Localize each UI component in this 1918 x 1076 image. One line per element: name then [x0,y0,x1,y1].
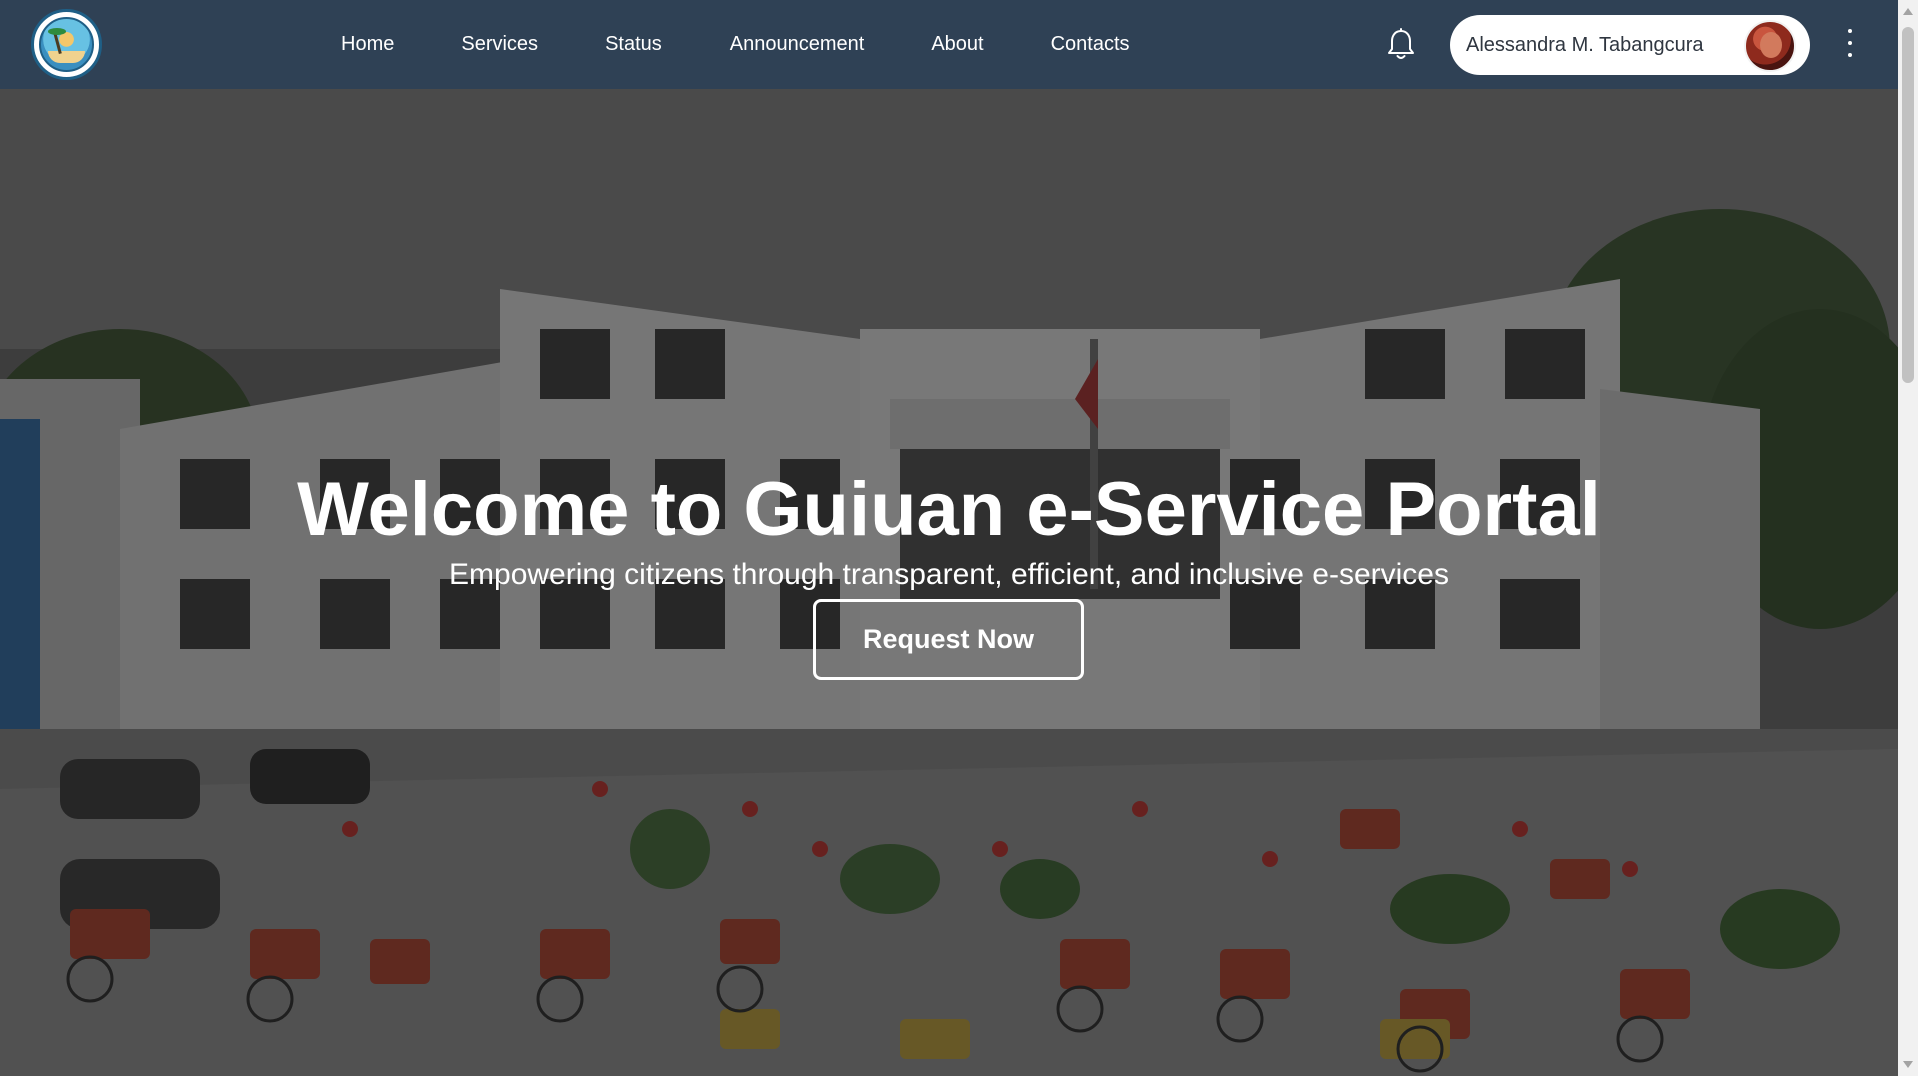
nav-home[interactable]: Home [341,33,394,56]
scroll-up-arrow-icon[interactable] [1903,8,1913,15]
user-name: Alessandra M. Tabangcura [1466,33,1704,56]
dot [1848,53,1852,57]
request-now-button[interactable]: Request Now [813,599,1084,680]
logo-palm-leaf [48,28,66,35]
nav-announcement[interactable]: Announcement [730,33,865,56]
bell-icon[interactable] [1387,28,1415,62]
avatar-face [1760,32,1782,58]
avatar [1744,20,1796,72]
user-profile-button[interactable]: Alessandra M. Tabangcura [1450,15,1810,75]
nav-about[interactable]: About [931,33,983,56]
scroll-down-arrow-icon[interactable] [1903,1061,1913,1068]
nav-contacts[interactable]: Contacts [1051,33,1130,56]
top-navbar: Home Services Status Announcement About … [0,0,1898,89]
scrollbar-thumb[interactable] [1902,27,1914,383]
nav-services[interactable]: Services [461,33,538,56]
hero-title: Welcome to Guiuan e-Service Portal [297,466,1601,552]
page-scrollbar[interactable] [1898,0,1918,1076]
logo-emblem [39,17,94,72]
vertical-dots-icon[interactable] [1840,26,1860,60]
dot [1848,41,1852,45]
dot [1848,29,1852,33]
page: Home Services Status Announcement About … [0,0,1918,1076]
bell-icon-graphic [1388,28,1414,59]
hero-subtitle: Empowering citizens through transparent,… [449,558,1449,591]
municipal-seal-logo[interactable] [31,9,102,80]
main-nav: Home Services Status Announcement About … [341,0,1130,89]
nav-status[interactable]: Status [605,33,662,56]
